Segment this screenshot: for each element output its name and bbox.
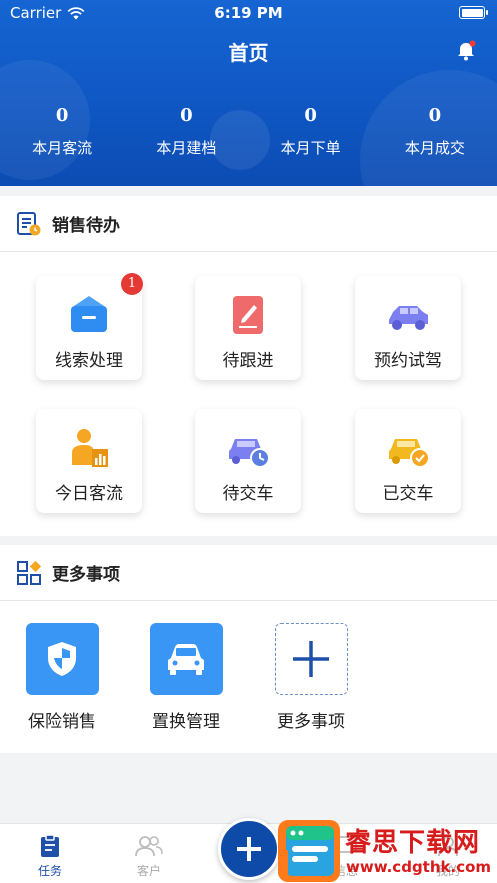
- insurance-sales-button[interactable]: 保险销售: [17, 623, 107, 732]
- stat-monthly-archives[interactable]: 0 本月建档: [124, 105, 248, 158]
- stat-label: 本月建档: [156, 139, 217, 157]
- item-label: 置换管理: [152, 712, 220, 732]
- visitor-chart-icon: [72, 429, 108, 467]
- car-icon: [168, 644, 204, 675]
- plus-icon: [293, 641, 329, 677]
- watermark: 睿思下载网 www.cdgthk.com: [278, 818, 497, 883]
- sales-todo-section: 销售待办 线索处理 1 待跟进 预约试驾 今日客流 待交车 已交车: [0, 196, 497, 536]
- tab-tasks[interactable]: 任务: [20, 834, 80, 879]
- stat-label: 本月下单: [280, 139, 341, 157]
- tab-label: 任务: [37, 864, 62, 878]
- item-label: 待交车: [222, 484, 274, 504]
- item-label: 预约试驾: [374, 351, 442, 371]
- item-label: 线索处理: [55, 351, 123, 371]
- trade-in-icon-box: [149, 623, 223, 695]
- stat-monthly-traffic[interactable]: 0 本月客流: [0, 105, 124, 158]
- battery-icon: [459, 6, 488, 19]
- header: Carrier 6:19 PM 首页 0 本月客流 0 本月建档 0 本月下单: [0, 0, 497, 186]
- delivered-button[interactable]: 已交车: [355, 409, 461, 513]
- more-section: 更多事项 保险销售 置换管理 更多事项: [0, 545, 497, 753]
- status-bar: Carrier 6:19 PM: [0, 0, 497, 26]
- insurance-icon-box: [25, 623, 99, 695]
- item-label: 待跟进: [222, 351, 274, 371]
- tab-customers[interactable]: 客户: [119, 834, 179, 879]
- item-label: 保险销售: [28, 712, 96, 732]
- watermark-title: 睿思下载网: [345, 828, 481, 858]
- clock: 6:19 PM: [214, 4, 283, 22]
- stat-monthly-deals[interactable]: 0 本月成交: [373, 105, 497, 158]
- watermark-logo: [278, 820, 340, 882]
- notification-badge: 1: [121, 273, 143, 295]
- more-items-button[interactable]: 更多事项: [266, 623, 356, 732]
- clipboard-icon: [41, 834, 59, 857]
- section-title: 销售待办: [52, 216, 120, 236]
- car-check-icon: [389, 439, 430, 468]
- add-button[interactable]: [218, 818, 280, 880]
- tab-label: 客户: [136, 864, 161, 878]
- stat-value: 0: [180, 105, 193, 126]
- follow-up-note-icon: [233, 296, 263, 334]
- lead-inbox-icon: [71, 296, 107, 332]
- shield-icon: [48, 642, 76, 676]
- test-drive-button[interactable]: 预约试驾: [355, 276, 461, 380]
- stat-value: 0: [428, 105, 442, 126]
- todo-list-icon: [17, 211, 41, 235]
- plus-icon: [237, 837, 261, 861]
- pending-delivery-button[interactable]: 待交车: [195, 409, 301, 513]
- bell-icon[interactable]: [455, 40, 477, 62]
- more-header: 更多事项: [0, 545, 497, 601]
- lead-processing-button[interactable]: 线索处理 1: [36, 273, 143, 380]
- more-icon-box: [274, 623, 348, 695]
- sales-todo-header: 销售待办: [0, 196, 497, 252]
- watermark-url: www.cdgthk.com: [346, 858, 492, 876]
- monthly-stats: 0 本月客流 0 本月建档 0 本月下单 0 本月成交: [0, 105, 497, 158]
- follow-up-button[interactable]: 待跟进: [195, 276, 301, 380]
- stat-monthly-orders[interactable]: 0 本月下单: [249, 105, 373, 158]
- item-label: 今日客流: [55, 484, 123, 504]
- item-label: 更多事项: [277, 712, 345, 732]
- item-label: 已交车: [382, 484, 434, 504]
- apps-grid-icon: [17, 560, 42, 585]
- users-icon: [135, 836, 163, 857]
- page-title: 首页: [228, 41, 269, 65]
- today-traffic-button[interactable]: 今日客流: [36, 409, 142, 513]
- stat-value: 0: [55, 105, 69, 126]
- stat-value: 0: [304, 105, 317, 126]
- car-clock-icon: [229, 439, 270, 468]
- section-title: 更多事项: [52, 565, 120, 585]
- stat-label: 本月客流: [32, 139, 93, 157]
- test-drive-car-icon: [389, 306, 428, 330]
- stat-label: 本月成交: [404, 139, 465, 157]
- trade-in-management-button[interactable]: 置换管理: [141, 623, 231, 732]
